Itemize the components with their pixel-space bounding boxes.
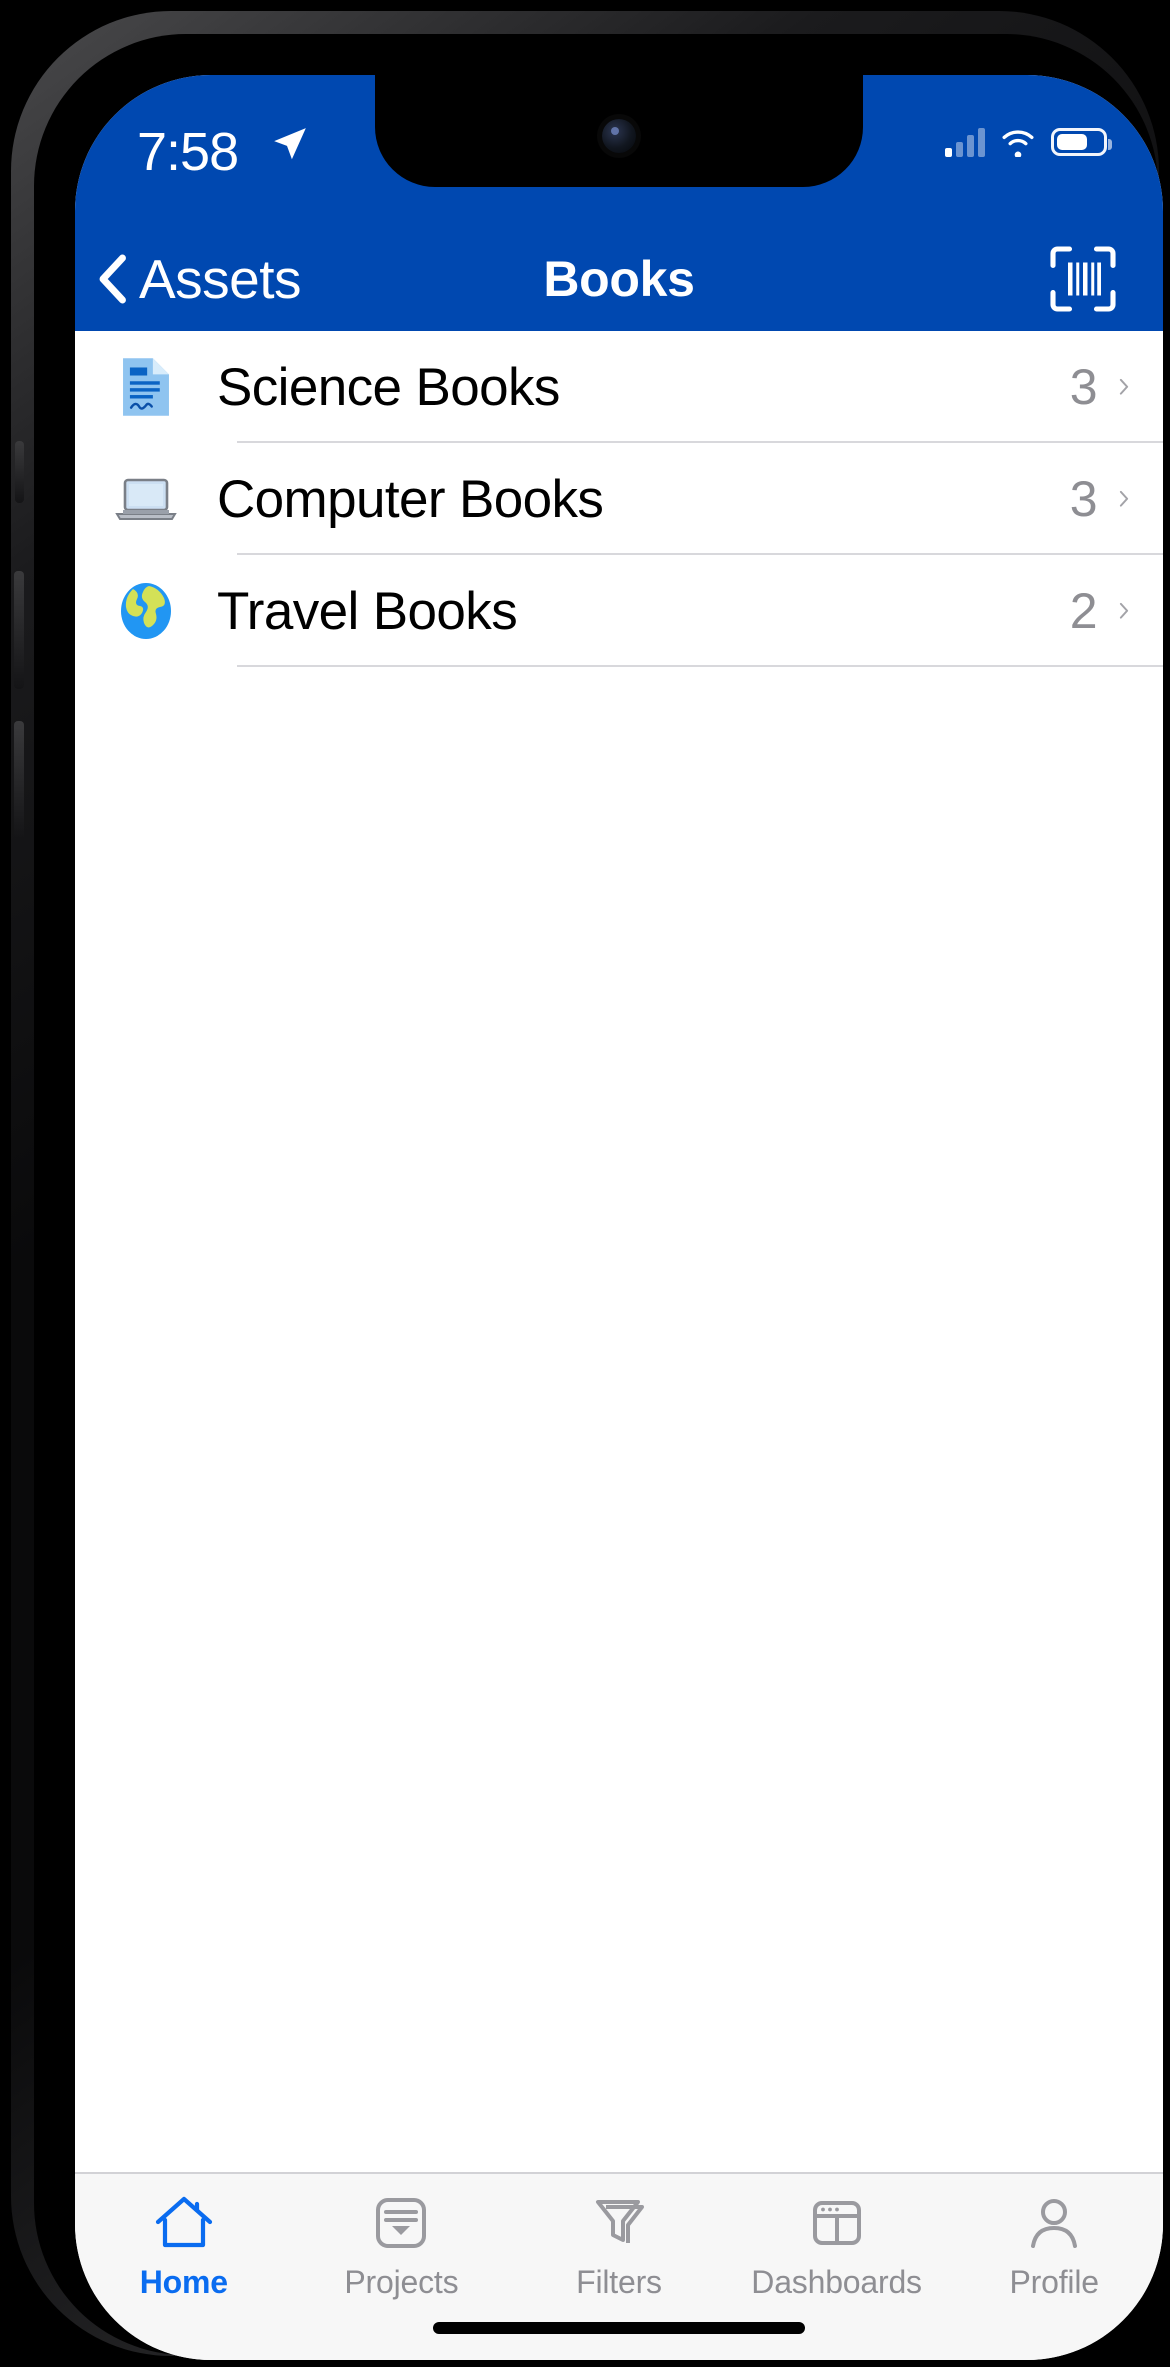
cellular-signal-icon bbox=[945, 127, 985, 157]
phone-screen: 7:58 Assets Books Science Books 3 Comput… bbox=[75, 75, 1163, 2360]
list-item-label: Travel Books bbox=[217, 581, 518, 641]
person-icon bbox=[1025, 2192, 1083, 2254]
tab-home[interactable]: Home bbox=[75, 2192, 293, 2301]
back-button[interactable]: Assets bbox=[97, 247, 302, 311]
volume-down-button[interactable] bbox=[14, 721, 24, 839]
chevron-right-icon bbox=[1119, 603, 1129, 619]
window-list-icon bbox=[372, 2192, 430, 2254]
laptop-icon bbox=[103, 474, 189, 524]
screenshot-root: 7:58 Assets Books Science Books 3 Comput… bbox=[0, 0, 1170, 2367]
dashboard-window-icon bbox=[808, 2192, 866, 2254]
silent-switch[interactable] bbox=[15, 441, 24, 503]
device-bezel: 7:58 Assets Books Science Books 3 Comput… bbox=[34, 34, 1163, 2360]
tab-label: Dashboards bbox=[751, 2264, 922, 2300]
books-list: Science Books 3 Computer Books 3 Travel … bbox=[75, 331, 1163, 667]
status-bar-indicators bbox=[945, 127, 1112, 157]
page-with-curl-icon bbox=[103, 356, 189, 418]
status-bar: 7:58 bbox=[75, 75, 1163, 227]
tab-label: Profile bbox=[1009, 2264, 1100, 2300]
chevron-right-icon bbox=[1119, 379, 1129, 395]
list-item-count: 3 bbox=[1069, 359, 1098, 415]
list-item[interactable]: Science Books 3 bbox=[75, 331, 1163, 443]
volume-up-button[interactable] bbox=[14, 571, 24, 689]
navigation-bar: Assets Books bbox=[75, 227, 1163, 331]
status-bar-time: 7:58 bbox=[137, 122, 239, 182]
tab-projects[interactable]: Projects bbox=[293, 2192, 511, 2301]
list-separator bbox=[237, 665, 1163, 667]
funnel-icon bbox=[590, 2192, 648, 2254]
list-item-count: 2 bbox=[1069, 583, 1098, 639]
wifi-icon bbox=[1002, 130, 1034, 157]
battery-icon bbox=[1051, 128, 1112, 156]
list-item-count: 3 bbox=[1069, 471, 1098, 527]
device-notch bbox=[375, 75, 863, 187]
tab-label: Projects bbox=[344, 2264, 459, 2300]
location-arrow-icon bbox=[274, 128, 306, 160]
list-item-label: Computer Books bbox=[217, 469, 604, 529]
list-item[interactable]: Computer Books 3 bbox=[75, 443, 1163, 555]
tab-label: Filters bbox=[576, 2264, 662, 2300]
globe-icon bbox=[103, 581, 189, 641]
house-icon bbox=[153, 2192, 215, 2254]
tab-bar: Home Projects Filters Dashboards Profile bbox=[75, 2172, 1163, 2360]
tab-filters[interactable]: Filters bbox=[510, 2192, 728, 2301]
front-camera-icon bbox=[602, 119, 636, 153]
home-indicator[interactable] bbox=[433, 2322, 805, 2334]
back-button-label: Assets bbox=[139, 248, 302, 310]
content-background bbox=[75, 667, 1163, 2172]
barcode-scanner-icon[interactable] bbox=[1047, 243, 1119, 315]
tab-label: Home bbox=[139, 2264, 228, 2300]
device-frame: 7:58 Assets Books Science Books 3 Comput… bbox=[11, 11, 1163, 2360]
tab-profile[interactable]: Profile bbox=[945, 2192, 1163, 2301]
tab-dashboards[interactable]: Dashboards bbox=[728, 2192, 946, 2301]
chevron-left-icon bbox=[99, 254, 126, 304]
list-item[interactable]: Travel Books 2 bbox=[75, 555, 1163, 667]
list-item-label: Science Books bbox=[217, 357, 560, 417]
chevron-right-icon bbox=[1119, 491, 1129, 507]
